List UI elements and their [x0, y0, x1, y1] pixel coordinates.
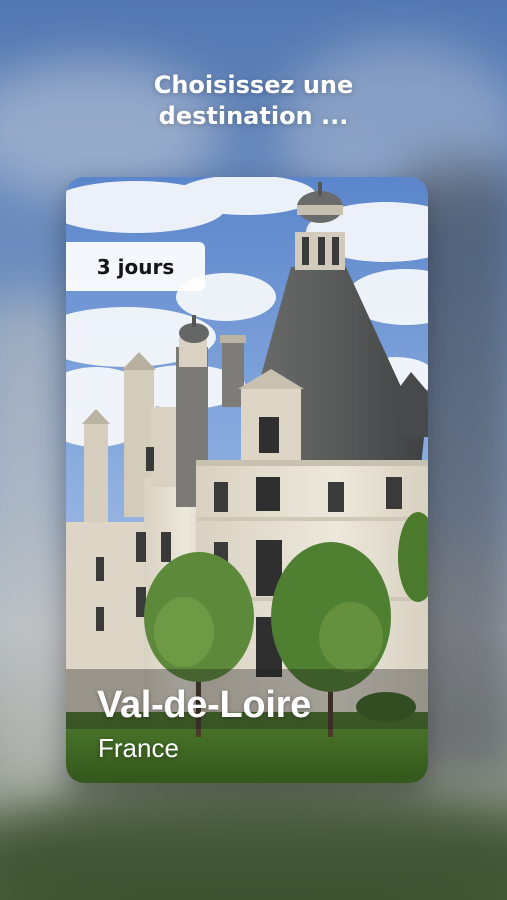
prompt-heading: Choisissez une destination ... — [0, 70, 507, 132]
destination-country: France — [98, 733, 179, 763]
prompt-line-2: destination ... — [158, 102, 349, 130]
dormer-window — [238, 369, 304, 472]
prompt-line-1: Choisissez une — [153, 71, 354, 99]
duration-badge: 3 jours — [66, 242, 205, 291]
destination-name: Val-de-Loire — [97, 684, 311, 726]
duration-label: 3 jours — [96, 254, 175, 279]
destination-card[interactable]: 3 jours Val-de-Loire France — [66, 177, 428, 783]
